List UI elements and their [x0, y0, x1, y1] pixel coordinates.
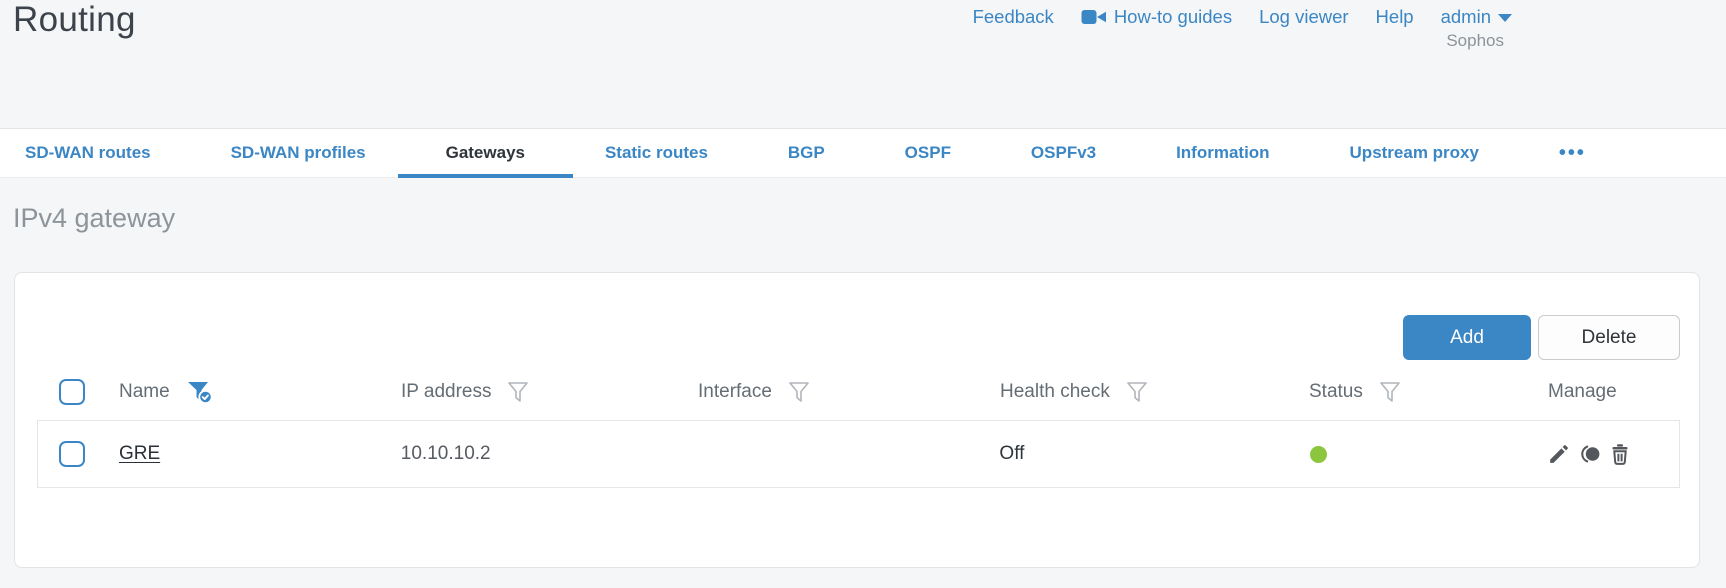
table-row: GRE 10.10.10.2 Off [38, 421, 1679, 487]
help-link[interactable]: Help [1376, 6, 1414, 28]
routing-page: Routing Feedback How-to guides Log viewe… [0, 0, 1726, 588]
gateway-health-check: Off [999, 443, 1025, 464]
table-body: GRE 10.10.10.2 Off [37, 420, 1680, 488]
column-header-health-check: Health check [1000, 381, 1110, 402]
column-header-interface: Interface [698, 381, 772, 402]
tab-static-routes[interactable]: Static routes [605, 129, 708, 177]
tab-bar: SD-WAN routes SD-WAN profiles Gateways S… [0, 128, 1726, 178]
howto-guides-label: How-to guides [1113, 6, 1233, 27]
gateway-ip-address: 10.10.10.2 [400, 443, 491, 464]
row-checkbox[interactable] [59, 441, 85, 467]
log-viewer-link[interactable]: Log viewer [1259, 6, 1348, 28]
help-label: Help [1375, 6, 1414, 27]
column-header-ip-address: IP address [401, 381, 492, 402]
header-nav: Feedback How-to guides Log viewer Help a… [973, 6, 1512, 28]
tab-ospfv3[interactable]: OSPFv3 [1031, 129, 1096, 177]
column-header-status: Status [1309, 381, 1363, 402]
brand-label: Sophos [1446, 31, 1504, 50]
table-header-row: Name IP address Interface Health check S… [38, 366, 1680, 418]
status-dot [1310, 445, 1328, 463]
log-viewer-label: Log viewer [1259, 6, 1349, 27]
filter-icon[interactable] [1126, 381, 1148, 403]
table-toolbar: Add Delete [1403, 315, 1680, 360]
filter-icon[interactable] [1379, 381, 1401, 403]
tab-sdwan-profiles[interactable]: SD-WAN profiles [231, 129, 366, 177]
feedback-label: Feedback [972, 6, 1054, 27]
edit-icon[interactable] [1547, 442, 1571, 466]
tab-ospf[interactable]: OSPF [905, 129, 951, 177]
column-header-manage: Manage [1548, 381, 1617, 402]
filter-icon[interactable] [507, 381, 529, 403]
tab-upstream-proxy[interactable]: Upstream proxy [1350, 129, 1479, 177]
tab-bgp[interactable]: BGP [788, 129, 825, 177]
gateway-name-link[interactable]: GRE [119, 443, 160, 465]
tab-gateways[interactable]: Gateways [397, 129, 574, 178]
howto-guides-link[interactable]: How-to guides [1081, 6, 1232, 28]
delete-button[interactable]: Delete [1538, 315, 1680, 360]
deactivate-icon[interactable] [1577, 442, 1602, 466]
feedback-link[interactable]: Feedback [973, 6, 1054, 28]
column-header-name: Name [119, 381, 170, 402]
filter-active-icon[interactable] [186, 380, 214, 405]
page-title: Routing [13, 0, 136, 39]
caret-down-icon [1498, 14, 1512, 22]
admin-menu[interactable]: admin [1441, 6, 1512, 28]
tab-information[interactable]: Information [1176, 129, 1270, 177]
manage-actions [1547, 442, 1632, 466]
admin-label: admin [1440, 6, 1491, 27]
ipv4-gateway-card: Add Delete Name IP address Interface Hea… [14, 272, 1700, 568]
tab-sdwan-routes[interactable]: SD-WAN routes [25, 129, 151, 177]
filter-icon[interactable] [788, 381, 810, 403]
video-camera-icon [1081, 8, 1107, 26]
section-title: IPv4 gateway [13, 203, 176, 233]
select-all-checkbox[interactable] [59, 379, 85, 405]
add-button[interactable]: Add [1403, 315, 1531, 360]
tabs-overflow-button[interactable]: ••• [1559, 129, 1586, 177]
delete-icon[interactable] [1608, 442, 1632, 466]
